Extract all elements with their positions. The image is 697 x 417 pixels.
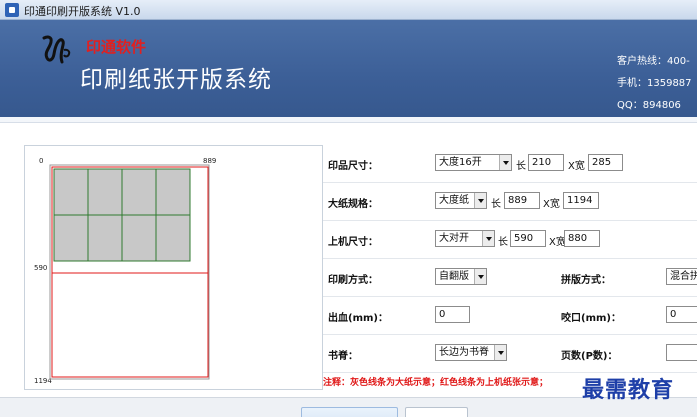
window-titlebar: 印通印刷开版系统 V1.0 (0, 0, 697, 20)
contact-qq: QQ：894806 (617, 100, 681, 111)
machine-width-input[interactable]: 880 (564, 230, 600, 247)
row-print-size: 印品尺寸： 大度16开 长 210 X宽 285 (323, 145, 697, 183)
axis-label-top-left: 0 (39, 157, 43, 165)
width-label: X宽 (568, 161, 585, 172)
page-piece (121, 214, 157, 262)
print-size-value: 大度16开 (439, 157, 482, 168)
print-method-select[interactable]: 自翻版 (435, 268, 487, 285)
imposition-value: 混合拼 (670, 271, 697, 282)
spine-value: 长边为书脊 (439, 347, 489, 358)
paper-spec-value: 大度纸 (439, 195, 469, 206)
legend-note: 注释：灰色线条为大纸示意；红色线条为上机纸张示意； (323, 378, 549, 388)
contact-hotline: 客户热线：400- (617, 56, 690, 67)
paper-spec-select[interactable]: 大度纸 (435, 192, 487, 209)
page-piece (155, 214, 191, 262)
machine-size-select[interactable]: 大对开 (435, 230, 495, 247)
imposition-label: 拼版方式： (561, 275, 611, 286)
header-separator (0, 117, 697, 123)
row-paper-spec: 大纸规格： 大度纸 长 889 X宽 1194 (323, 183, 697, 221)
print-length-input[interactable]: 210 (528, 154, 564, 171)
contact-mobile: 手机：1359887 (617, 78, 692, 89)
paper-width-input[interactable]: 1194 (563, 192, 599, 209)
row-print-method: 印刷方式： 自翻版 拼版方式： 混合拼 (323, 259, 697, 297)
chevron-down-icon (494, 345, 506, 360)
chevron-down-icon (482, 231, 494, 246)
print-method-label: 印刷方式： (328, 275, 378, 286)
gripper-label: 咬口(mm)： (561, 313, 621, 324)
machine-length-input[interactable]: 590 (510, 230, 546, 247)
axis-label-top-right: 889 (203, 157, 216, 165)
machine-size-value: 大对开 (439, 233, 469, 244)
brand-name: 印通软件 (86, 38, 147, 56)
bleed-input[interactable]: 0 (435, 306, 470, 323)
watermark-text: 最需教育 (582, 377, 675, 403)
length-label: 长 (498, 237, 508, 248)
imposition-select[interactable]: 混合拼 (666, 268, 697, 285)
spine-select[interactable]: 长边为书脊 (435, 344, 507, 361)
print-method-value: 自翻版 (439, 271, 469, 282)
paper-length-input[interactable]: 889 (504, 192, 540, 209)
primary-action-button[interactable] (301, 407, 398, 417)
print-size-select[interactable]: 大度16开 (435, 154, 512, 171)
app-icon (5, 3, 19, 17)
axis-label-mid: 590 (34, 264, 47, 272)
page-piece (155, 168, 191, 216)
page-piece (53, 214, 89, 262)
header-banner: 印通软件 印刷纸张开版系统 客户热线：400- 手机：1359887 QQ：89… (0, 20, 697, 117)
page-piece (87, 214, 123, 262)
secondary-action-button[interactable] (405, 407, 468, 417)
pages-label: 页数(P数)： (561, 351, 618, 362)
width-label: X宽 (543, 199, 560, 210)
imposition-preview: 0 889 590 1194 (24, 145, 323, 390)
machine-sheet-lower (51, 272, 209, 378)
machine-size-label: 上机尺寸： (328, 237, 378, 248)
bleed-label: 出血(mm)： (328, 313, 388, 324)
imposition-diagram: 0 889 590 1194 (34, 157, 216, 385)
settings-form: 印品尺寸： 大度16开 长 210 X宽 285 大纸规格： 大度纸 长 889… (323, 145, 697, 400)
window-title: 印通印刷开版系统 V1.0 (24, 5, 141, 18)
brand-logo-icon (42, 35, 71, 64)
chevron-down-icon (474, 269, 486, 284)
paper-spec-label: 大纸规格： (328, 199, 378, 210)
print-size-label: 印品尺寸： (328, 161, 378, 172)
pages-input[interactable] (666, 344, 697, 361)
page-piece (53, 168, 89, 216)
row-bleed: 出血(mm)： 0 咬口(mm)： 0 (323, 297, 697, 335)
chevron-down-icon (474, 193, 486, 208)
length-label: 长 (491, 199, 501, 210)
length-label: 长 (516, 161, 526, 172)
gripper-input[interactable]: 0 (666, 306, 697, 323)
spine-label: 书脊： (328, 351, 358, 362)
page-piece (87, 168, 123, 216)
print-width-input[interactable]: 285 (588, 154, 623, 171)
page-piece (121, 168, 157, 216)
row-spine: 书脊： 长边为书脊 页数(P数)： (323, 335, 697, 373)
row-machine-size: 上机尺寸： 大对开 长 590 X宽 880 (323, 221, 697, 259)
app-title: 印刷纸张开版系统 (80, 67, 272, 93)
chevron-down-icon (499, 155, 511, 170)
